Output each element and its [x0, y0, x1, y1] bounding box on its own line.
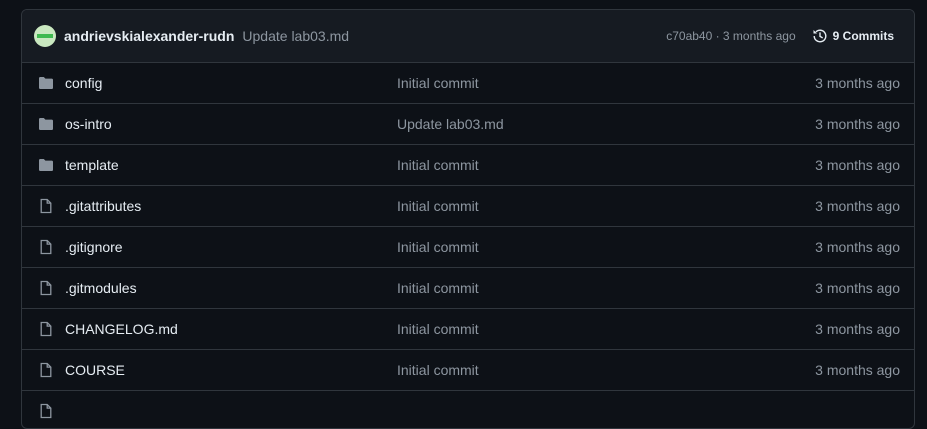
- history-icon: [813, 29, 827, 43]
- file-name-link[interactable]: COURSE: [65, 362, 397, 378]
- file-row[interactable]: config Initial commit 3 months ago: [22, 63, 914, 104]
- commit-sha-and-age[interactable]: c70ab40 · 3 months ago: [666, 29, 795, 43]
- folder-icon: [38, 116, 54, 132]
- commit-message-link[interactable]: Update lab03.md: [242, 28, 666, 44]
- folder-icon: [38, 157, 54, 173]
- commit-author-link[interactable]: andrievskialexander-rudn: [64, 28, 234, 44]
- file-name-link[interactable]: os-intro: [65, 116, 397, 132]
- file-commit-age: 3 months ago: [815, 362, 900, 378]
- file-commit-message-link[interactable]: Initial commit: [397, 239, 815, 255]
- file-commit-age: 3 months ago: [815, 157, 900, 173]
- latest-commit-bar: andrievskialexander-rudn Update lab03.md…: [22, 10, 914, 63]
- file-commit-age: 3 months ago: [815, 75, 900, 91]
- folder-icon: [38, 75, 54, 91]
- file-browser: andrievskialexander-rudn Update lab03.md…: [21, 9, 915, 429]
- file-icon: [38, 198, 54, 214]
- file-commit-age: 3 months ago: [815, 280, 900, 296]
- file-icon: [38, 321, 54, 337]
- file-row[interactable]: CHANGELOG.md Initial commit 3 months ago: [22, 309, 914, 350]
- author-avatar[interactable]: [34, 25, 56, 47]
- file-name-link[interactable]: template: [65, 157, 397, 173]
- file-commit-message-link[interactable]: Initial commit: [397, 280, 815, 296]
- file-commit-message-link[interactable]: Initial commit: [397, 321, 815, 337]
- file-commit-message-link[interactable]: Initial commit: [397, 75, 815, 91]
- file-list: config Initial commit 3 months ago os-intro…: [22, 63, 914, 428]
- file-commit-message-link[interactable]: Initial commit: [397, 157, 815, 173]
- file-row[interactable]: .gitignore Initial commit 3 months ago: [22, 227, 914, 268]
- file-icon: [38, 362, 54, 378]
- file-name-link[interactable]: .gitmodules: [65, 280, 397, 296]
- file-commit-message-link[interactable]: Initial commit: [397, 362, 815, 378]
- file-icon: [38, 403, 54, 419]
- file-commit-message-link[interactable]: Initial commit: [397, 198, 815, 214]
- file-commit-age: 3 months ago: [815, 116, 900, 132]
- file-name-link[interactable]: CHANGELOG.md: [65, 321, 397, 337]
- file-icon: [38, 239, 54, 255]
- file-row[interactable]: .gitattributes Initial commit 3 months ago: [22, 186, 914, 227]
- file-row[interactable]: os-intro Update lab03.md 3 months ago: [22, 104, 914, 145]
- file-name-link[interactable]: .gitignore: [65, 239, 397, 255]
- file-name-link[interactable]: config: [65, 75, 397, 91]
- file-icon: [38, 280, 54, 296]
- file-row[interactable]: [22, 391, 914, 428]
- file-commit-age: 3 months ago: [815, 321, 900, 337]
- file-commit-age: 3 months ago: [815, 198, 900, 214]
- commits-history-link[interactable]: 9 Commits: [812, 28, 894, 44]
- file-row[interactable]: COURSE Initial commit 3 months ago: [22, 350, 914, 391]
- file-commit-age: 3 months ago: [815, 239, 900, 255]
- file-commit-message-link[interactable]: Update lab03.md: [397, 116, 815, 132]
- file-name-link[interactable]: .gitattributes: [65, 198, 397, 214]
- file-row[interactable]: .gitmodules Initial commit 3 months ago: [22, 268, 914, 309]
- file-row[interactable]: template Initial commit 3 months ago: [22, 145, 914, 186]
- commits-count: 9 Commits: [832, 29, 894, 43]
